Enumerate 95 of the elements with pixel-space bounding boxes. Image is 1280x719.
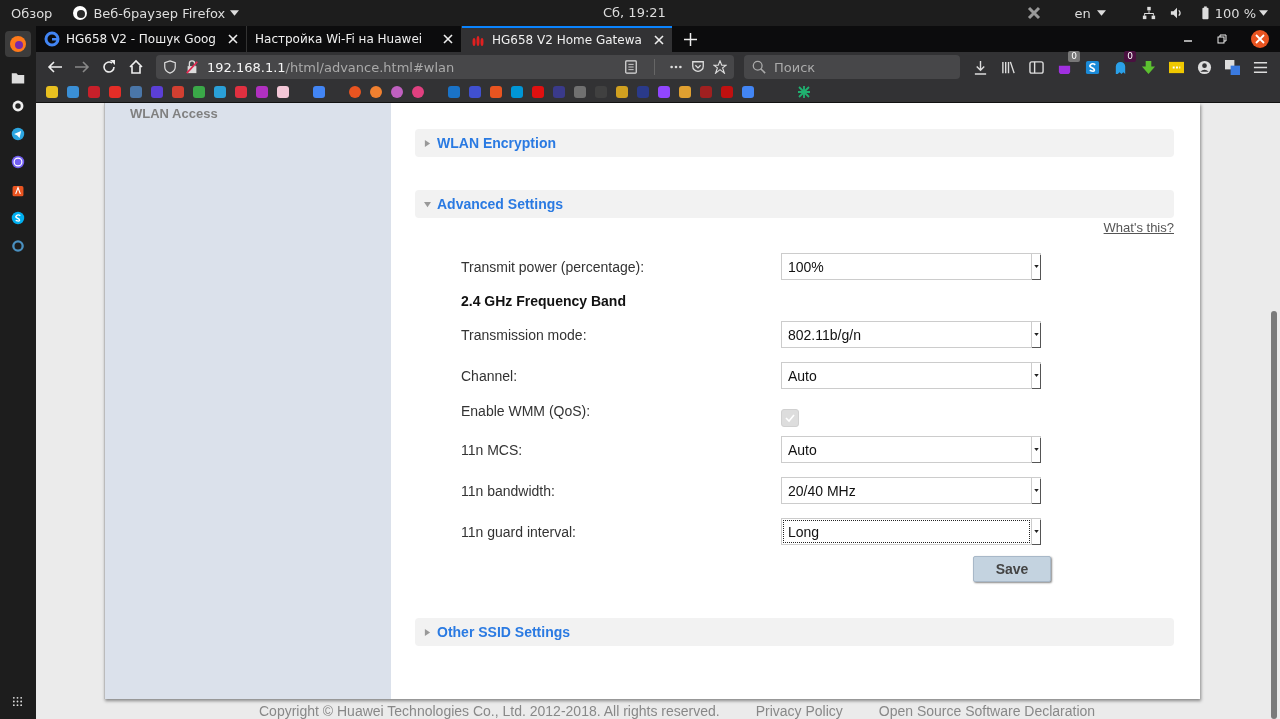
caret-icon xyxy=(1033,265,1039,268)
letter-g-icon xyxy=(44,31,60,47)
caret-icon xyxy=(1033,489,1039,492)
section-header[interactable]: WLAN Encryption xyxy=(415,129,1174,157)
translate-icon[interactable] xyxy=(1225,59,1240,75)
bookmark-icon[interactable] xyxy=(45,85,59,99)
language-menu[interactable]: en xyxy=(1074,5,1106,21)
back-arrow-icon[interactable] xyxy=(47,59,63,75)
home-icon[interactable] xyxy=(128,59,144,75)
bookmark-icon[interactable] xyxy=(615,85,629,99)
paper-plane-icon[interactable] xyxy=(11,127,25,141)
star-icon[interactable] xyxy=(713,60,727,74)
volume-icon[interactable] xyxy=(1169,6,1184,20)
browser-tab[interactable]: HG658 V2 Home Gatewa xyxy=(462,26,672,52)
close-icon[interactable] xyxy=(654,35,664,45)
search-input[interactable]: Поиск xyxy=(772,58,952,76)
library-icon[interactable] xyxy=(1001,59,1016,75)
copyright-text: Copyright © Huawei Technologies Co., Ltd. 2012-2018. All rights reserved. xyxy=(259,703,720,719)
bookmark-icon[interactable] xyxy=(797,85,811,99)
down-arrow-icon[interactable] xyxy=(1141,59,1156,75)
search-bar[interactable]: Поиск xyxy=(744,55,960,79)
bookmark-icon[interactable] xyxy=(66,85,80,99)
folder-icon[interactable] xyxy=(11,71,25,85)
letter-s-icon[interactable] xyxy=(11,211,25,225)
battery-menu[interactable]: 100 % xyxy=(1197,5,1268,21)
group-heading: 2.4 GHz Frequency Band xyxy=(461,292,626,309)
bookmark-icon[interactable] xyxy=(276,85,290,99)
save-button[interactable]: Save xyxy=(973,556,1051,582)
triangle-down-icon xyxy=(424,200,431,208)
dropdown[interactable]: Auto xyxy=(781,362,1041,389)
account-icon[interactable] xyxy=(1197,59,1212,75)
bookmark-icon[interactable] xyxy=(489,85,503,99)
field-label: Transmission mode: xyxy=(461,326,588,343)
dock-item[interactable] xyxy=(5,31,31,57)
new-tab-icon[interactable] xyxy=(684,32,697,46)
field-label: 11n guard interval: xyxy=(461,523,577,540)
lock-strike-icon[interactable] xyxy=(185,60,199,74)
forward-arrow-icon[interactable] xyxy=(74,59,90,75)
scrollbar-thumb[interactable] xyxy=(1271,311,1277,719)
caret-icon xyxy=(230,10,240,16)
search-icon xyxy=(752,60,766,74)
dropdown[interactable]: Long xyxy=(781,518,1041,545)
bookmark-icon[interactable] xyxy=(369,85,383,99)
field-label: Transmit power (percentage): xyxy=(461,258,646,275)
restore-icon[interactable] xyxy=(1216,33,1228,45)
dropdown[interactable]: 100% xyxy=(781,253,1041,280)
reload-icon[interactable] xyxy=(101,59,117,75)
menu-icon[interactable] xyxy=(1253,59,1268,75)
close-icon[interactable] xyxy=(228,34,238,44)
address-bar[interactable]: 192.168.1.1/html/advance.html#wlan xyxy=(156,55,734,79)
close-icon[interactable] xyxy=(1250,29,1270,49)
field-label: Channel: xyxy=(461,367,519,384)
close-icon[interactable] xyxy=(443,34,453,44)
caret-icon xyxy=(1259,10,1268,16)
dots-card-icon[interactable] xyxy=(1169,59,1184,75)
activities-button[interactable]: Обзор xyxy=(11,5,53,21)
shield-icon[interactable] xyxy=(163,60,177,74)
triangle-right-icon xyxy=(424,628,431,636)
section-header[interactable]: Other SSID Settings xyxy=(415,618,1174,646)
app-grid-icon[interactable] xyxy=(12,696,23,707)
dropdown[interactable]: 20/40 MHz xyxy=(781,477,1041,504)
help-link[interactable]: What's this? xyxy=(1103,220,1174,246)
circle-icon[interactable] xyxy=(11,99,25,113)
dropdown[interactable]: 802.11b/g/n xyxy=(781,321,1041,348)
field-label: Enable WMM (QoS): xyxy=(461,403,592,419)
bookmark-icon[interactable] xyxy=(510,85,524,99)
notification-badge: 0 xyxy=(1068,50,1080,62)
sidebar-icon[interactable] xyxy=(1029,59,1044,75)
bookmark-icon[interactable] xyxy=(741,85,755,99)
caret-icon xyxy=(1033,530,1039,533)
network-icon[interactable] xyxy=(1141,6,1156,20)
app-menu[interactable]: Веб-браузер Firefox xyxy=(72,5,240,21)
caret-icon xyxy=(1033,374,1039,377)
download-icon[interactable] xyxy=(973,59,988,75)
bookmark-icon[interactable] xyxy=(348,85,362,99)
field-label: 11n MCS: xyxy=(461,441,524,458)
bookmark-icon[interactable] xyxy=(213,85,227,99)
caret-icon xyxy=(1033,448,1039,451)
bookmark-icon[interactable] xyxy=(312,85,326,99)
dropdown[interactable]: Auto xyxy=(781,436,1041,463)
bookmark-icon[interactable] xyxy=(678,85,692,99)
caret-icon xyxy=(1033,333,1039,336)
bookmark-icon[interactable] xyxy=(390,85,404,99)
bookmark-icon[interactable] xyxy=(192,85,206,99)
close-icon[interactable] xyxy=(1026,5,1043,21)
caret-icon xyxy=(1096,10,1106,16)
field-label: 11n bandwidth: xyxy=(461,482,556,499)
clock[interactable]: Сб, 19:21 xyxy=(603,5,666,20)
triangle-right-icon xyxy=(424,139,431,147)
notification-badge: 0 xyxy=(1124,50,1136,62)
pocket-icon[interactable] xyxy=(691,60,705,74)
reader-view-icon[interactable] xyxy=(624,60,638,74)
section-header[interactable]: Advanced Settings xyxy=(415,190,1174,218)
letter-s-icon[interactable] xyxy=(1085,59,1100,75)
ghost-icon[interactable] xyxy=(1113,59,1128,75)
